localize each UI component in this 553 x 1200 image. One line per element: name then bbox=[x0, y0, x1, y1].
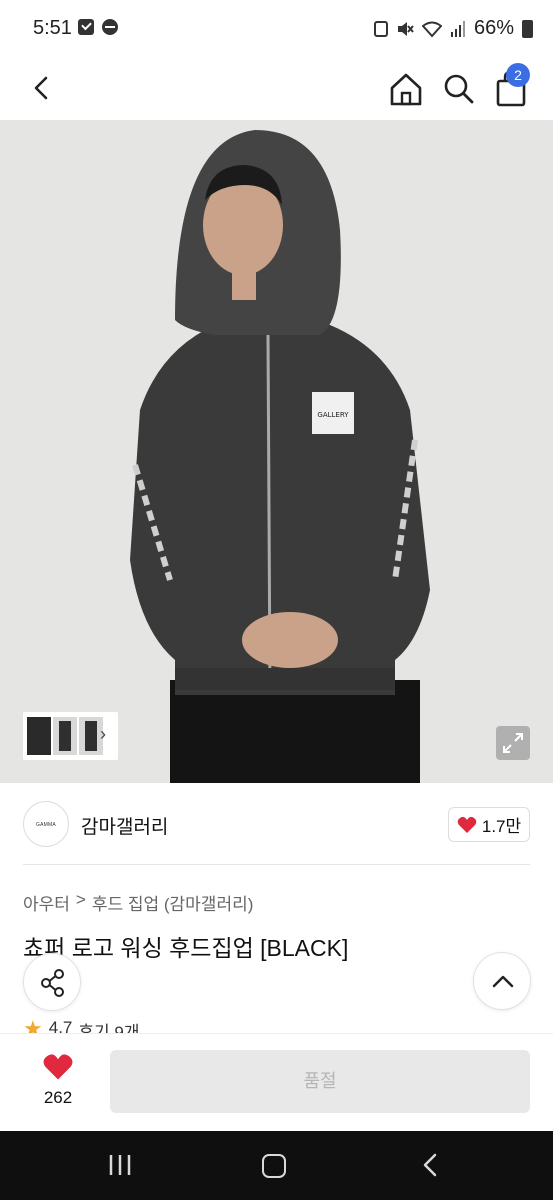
rating-row[interactable]: ★ 4.7 후기 9개 bbox=[23, 1018, 139, 1034]
app-header bbox=[0, 58, 553, 120]
heart-icon bbox=[457, 816, 477, 833]
checkbox-notification-icon bbox=[78, 19, 94, 35]
brand-logo-text: GAMMA GALLERY bbox=[36, 822, 56, 828]
thumbnail-1[interactable] bbox=[27, 717, 51, 755]
back-icon[interactable] bbox=[24, 68, 60, 108]
mute-icon bbox=[397, 21, 414, 36]
share-icon bbox=[41, 969, 64, 997]
thumbnail-next-icon[interactable]: › bbox=[100, 724, 106, 745]
battery-icon bbox=[522, 19, 533, 38]
brand-like-button[interactable]: 1.7만 bbox=[448, 807, 530, 842]
expand-icon[interactable] bbox=[496, 726, 530, 760]
brand-like-count: 1.7만 bbox=[481, 817, 522, 836]
wifi-icon bbox=[421, 21, 442, 37]
product-image[interactable]: GALLERY bbox=[0, 120, 553, 783]
do-not-disturb-icon bbox=[102, 19, 118, 35]
hoodie-photo: GALLERY bbox=[0, 120, 553, 783]
heart-icon bbox=[43, 1054, 73, 1080]
brand-logo[interactable]: GAMMA GALLERY bbox=[23, 801, 69, 847]
cart-count-badge: 2 bbox=[506, 63, 530, 87]
chevron-up-icon bbox=[492, 975, 514, 988]
signal-icon bbox=[450, 20, 465, 37]
review-count: 후기 9개 bbox=[78, 1023, 140, 1034]
status-system-icons: 66% bbox=[373, 17, 533, 40]
battery-percent: 66% bbox=[473, 17, 514, 39]
home-icon[interactable] bbox=[387, 66, 425, 110]
rating-value: 4.7 bbox=[48, 1018, 73, 1034]
breadcrumb-subcategory[interactable]: 후드 집업 (감마갤러리) bbox=[92, 890, 254, 915]
breadcrumb-category[interactable]: 아우터 bbox=[23, 890, 70, 915]
breadcrumb-separator: > bbox=[75, 890, 86, 909]
nfc-icon bbox=[373, 20, 388, 37]
status-time: 5:51 bbox=[33, 17, 72, 39]
nav-home-icon[interactable] bbox=[262, 1154, 286, 1178]
thumbnail-2[interactable] bbox=[53, 717, 77, 755]
status-notification-icons bbox=[78, 19, 118, 35]
breadcrumb: 아우터 > 후드 집업 (감마갤러리) bbox=[23, 890, 253, 915]
search-icon[interactable] bbox=[440, 66, 478, 110]
share-button[interactable] bbox=[23, 953, 81, 1011]
recents-icon[interactable] bbox=[107, 1153, 133, 1177]
scroll-top-button[interactable] bbox=[473, 952, 531, 1010]
status-bar: 5:51 66% bbox=[0, 0, 553, 58]
divider bbox=[23, 864, 530, 865]
wishlist-count: 262 bbox=[43, 1088, 73, 1107]
chest-logo-text: GALLERY bbox=[317, 411, 349, 419]
star-icon: ★ bbox=[23, 1018, 43, 1034]
brand-name[interactable]: 감마갤러리 bbox=[81, 812, 168, 839]
soldout-button: 품절 bbox=[110, 1050, 530, 1113]
nav-back-icon[interactable] bbox=[420, 1152, 440, 1178]
